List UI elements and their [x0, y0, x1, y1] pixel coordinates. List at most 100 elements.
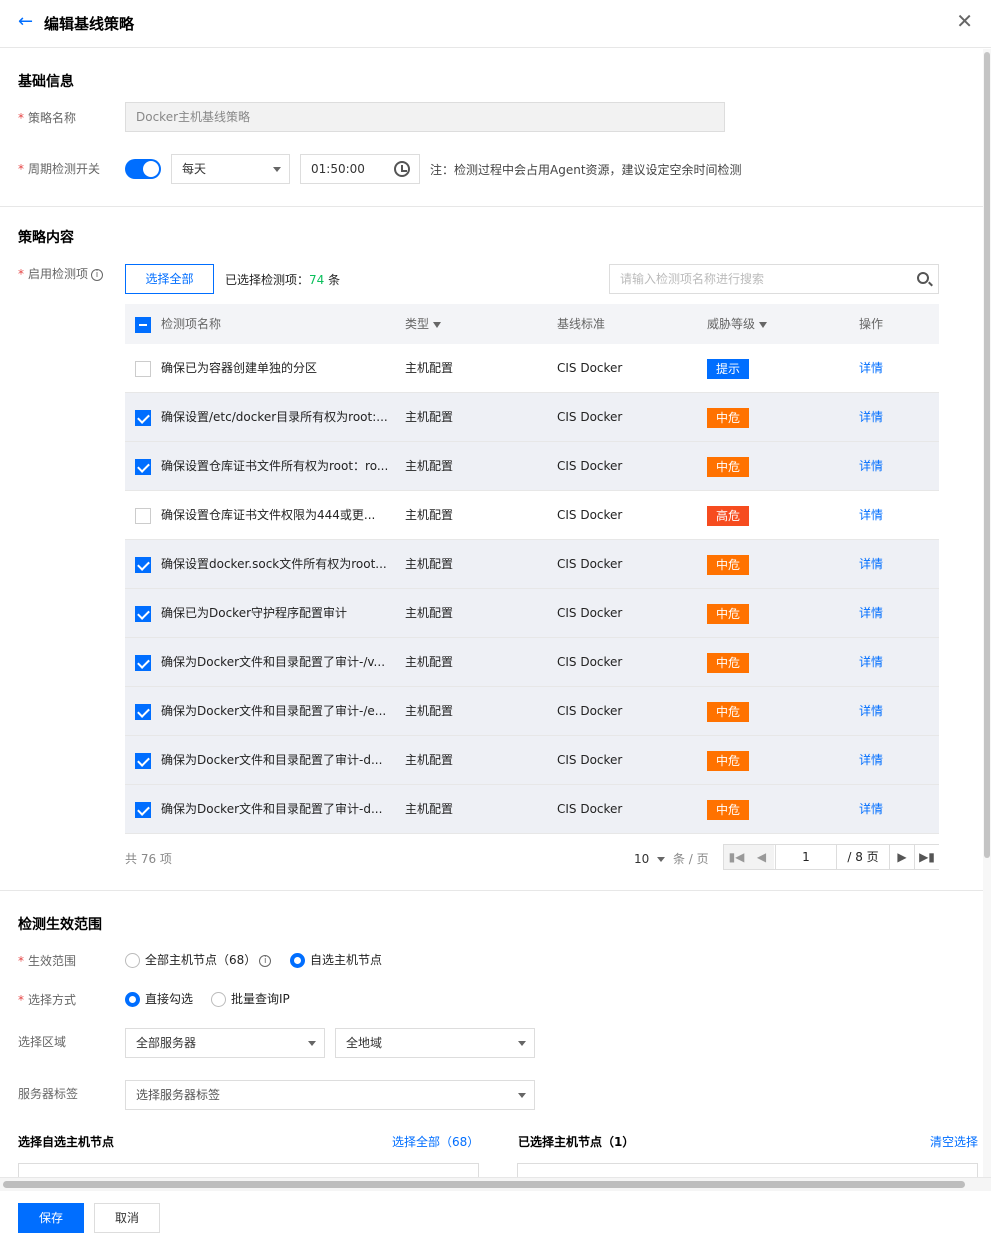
first-page-icon[interactable]: ▮◀: [724, 845, 749, 869]
level-badge: 中危: [707, 603, 750, 624]
filter-icon[interactable]: [759, 321, 768, 328]
last-page-icon[interactable]: ▶▮: [914, 845, 939, 869]
row-checkbox[interactable]: [135, 638, 151, 687]
detail-link[interactable]: 详情: [859, 540, 919, 589]
level-badge: 中危: [707, 701, 750, 722]
table-row[interactable]: 确保设置仓库证书文件权限为444或更... 主机配置 CIS Docker 高危 详情: [125, 491, 939, 540]
cancel-button[interactable]: 取消: [94, 1203, 160, 1233]
checkbox[interactable]: [135, 752, 151, 769]
item-name: 确保为Docker文件和目录配置了审计-/e...: [161, 704, 387, 718]
row-checkbox[interactable]: [135, 736, 151, 785]
arrow-left-icon[interactable]: ←: [18, 12, 33, 32]
checkbox[interactable]: [135, 556, 151, 573]
table-row[interactable]: 确保已为Docker守护程序配置审计 主机配置 CIS Docker 中危 详情: [125, 589, 939, 638]
row-checkbox[interactable]: [135, 540, 151, 589]
server-select[interactable]: 全部服务器: [125, 1028, 325, 1058]
clear-selection-link[interactable]: 清空选择: [930, 1133, 978, 1150]
table-row[interactable]: 确保已为容器创建单独的分区 主机配置 CIS Docker 提示 详情: [125, 344, 939, 393]
detail-link[interactable]: 详情: [859, 491, 919, 540]
table-row[interactable]: 确保为Docker文件和目录配置了审计-d... 主机配置 CIS Docker 中危…: [125, 785, 939, 834]
page-size-select[interactable]: 10 条 / 页: [634, 850, 709, 867]
radio-icon[interactable]: [211, 992, 226, 1007]
filter-icon[interactable]: [433, 321, 442, 328]
info-icon[interactable]: i: [259, 954, 272, 967]
left-select-all-link[interactable]: 选择全部（68）: [392, 1133, 479, 1150]
next-page-icon[interactable]: ▶: [889, 845, 914, 869]
detail-link[interactable]: 详情: [859, 442, 919, 491]
checkbox[interactable]: [135, 801, 151, 818]
vertical-scrollbar-thumb[interactable]: [984, 52, 990, 858]
table-row[interactable]: 确保设置docker.sock文件所有权为root... 主机配置 CIS Dock…: [125, 540, 939, 589]
radio-mode-batch[interactable]: 批量查询IP: [211, 990, 290, 1007]
chevron-down-icon: [308, 1041, 316, 1046]
item-level: 中危: [707, 785, 827, 834]
radio-icon-selected[interactable]: [125, 992, 140, 1007]
detail-link[interactable]: 详情: [859, 687, 919, 736]
header-checkbox[interactable]: [135, 304, 151, 344]
item-standard: CIS Docker: [557, 606, 623, 620]
checkbox[interactable]: [135, 507, 151, 524]
close-icon[interactable]: ✕: [956, 11, 973, 31]
item-standard: CIS Docker: [557, 655, 623, 669]
item-standard: CIS Docker: [557, 753, 623, 767]
host-search-box[interactable]: [18, 1163, 479, 1177]
item-level: 中危: [707, 638, 827, 687]
section-title-scope: 检测生效范围: [18, 917, 102, 933]
table-body: 确保已为容器创建单独的分区 主机配置 CIS Docker 提示 详情 确保设置/etc/…: [125, 344, 939, 834]
checkbox[interactable]: [135, 360, 151, 377]
item-type: 主机配置: [405, 704, 454, 718]
row-checkbox[interactable]: [135, 344, 151, 393]
checkbox[interactable]: [135, 654, 151, 671]
prev-page-icon[interactable]: ◀: [749, 845, 774, 869]
policy-name-input[interactable]: Docker主机基线策略: [125, 102, 725, 132]
detail-link[interactable]: 详情: [859, 785, 919, 834]
tag-select[interactable]: 选择服务器标签: [125, 1080, 535, 1110]
radio-range-custom[interactable]: 自选主机节点: [290, 951, 382, 968]
row-checkbox[interactable]: [135, 442, 151, 491]
detail-link[interactable]: 详情: [859, 393, 919, 442]
radio-icon[interactable]: [125, 953, 140, 968]
item-type: 主机配置: [405, 459, 454, 473]
area-select[interactable]: 全地域: [335, 1028, 535, 1058]
column-type[interactable]: 类型: [405, 304, 525, 344]
toggle-knob: [143, 161, 159, 177]
save-button[interactable]: 保存: [18, 1203, 84, 1233]
table-row[interactable]: 确保为Docker文件和目录配置了审计-/v... 主机配置 CIS Docker 中…: [125, 638, 939, 687]
row-checkbox[interactable]: [135, 393, 151, 442]
table-row[interactable]: 确保为Docker文件和目录配置了审计-/e... 主机配置 CIS Docker 中…: [125, 687, 939, 736]
detail-link[interactable]: 详情: [859, 638, 919, 687]
search-icon[interactable]: [917, 272, 929, 284]
select-all-button[interactable]: 选择全部: [125, 264, 214, 294]
checkbox[interactable]: [135, 605, 151, 622]
level-badge: 中危: [707, 407, 750, 428]
radio-icon-selected[interactable]: [290, 953, 305, 968]
detail-link[interactable]: 详情: [859, 344, 919, 393]
radio-range-all[interactable]: 全部主机节点（68） i: [125, 951, 272, 968]
row-checkbox[interactable]: [135, 785, 151, 834]
time-picker[interactable]: 01:50:00: [300, 154, 420, 184]
checkbox[interactable]: [135, 703, 151, 720]
table-row[interactable]: 确保设置仓库证书文件所有权为root：ro... 主机配置 CIS Docker 中危…: [125, 442, 939, 491]
item-standard: CIS Docker: [557, 459, 623, 473]
row-checkbox[interactable]: [135, 491, 151, 540]
item-level: 提示: [707, 344, 827, 393]
checkbox[interactable]: [135, 458, 151, 475]
table-row[interactable]: 确保为Docker文件和目录配置了审计-d... 主机配置 CIS Docker 中危…: [125, 736, 939, 785]
search-input[interactable]: 请输入检测项名称进行搜索: [609, 264, 939, 294]
info-icon[interactable]: i: [91, 268, 104, 281]
table-row[interactable]: 确保设置/etc/docker目录所有权为root:... 主机配置 CIS Doc…: [125, 393, 939, 442]
detail-link[interactable]: 详情: [859, 589, 919, 638]
column-level[interactable]: 威胁等级: [707, 304, 827, 344]
row-checkbox[interactable]: [135, 687, 151, 736]
frequency-select[interactable]: 每天: [171, 154, 290, 184]
page-number-input[interactable]: 1: [775, 845, 837, 869]
frequency-value: 每天: [182, 162, 207, 176]
check-items-table: 检测项名称 类型 基线标准 威胁等级 操作 确保已为容器创建单独的分区 主机配置 C…: [125, 304, 939, 834]
radio-mode-direct[interactable]: 直接勾选: [125, 990, 193, 1007]
checkbox-indeterminate[interactable]: [135, 316, 151, 333]
detail-link[interactable]: 详情: [859, 736, 919, 785]
horizontal-scrollbar-thumb[interactable]: [3, 1181, 965, 1188]
checkbox[interactable]: [135, 409, 151, 426]
row-checkbox[interactable]: [135, 589, 151, 638]
cycle-check-toggle[interactable]: [125, 159, 161, 179]
